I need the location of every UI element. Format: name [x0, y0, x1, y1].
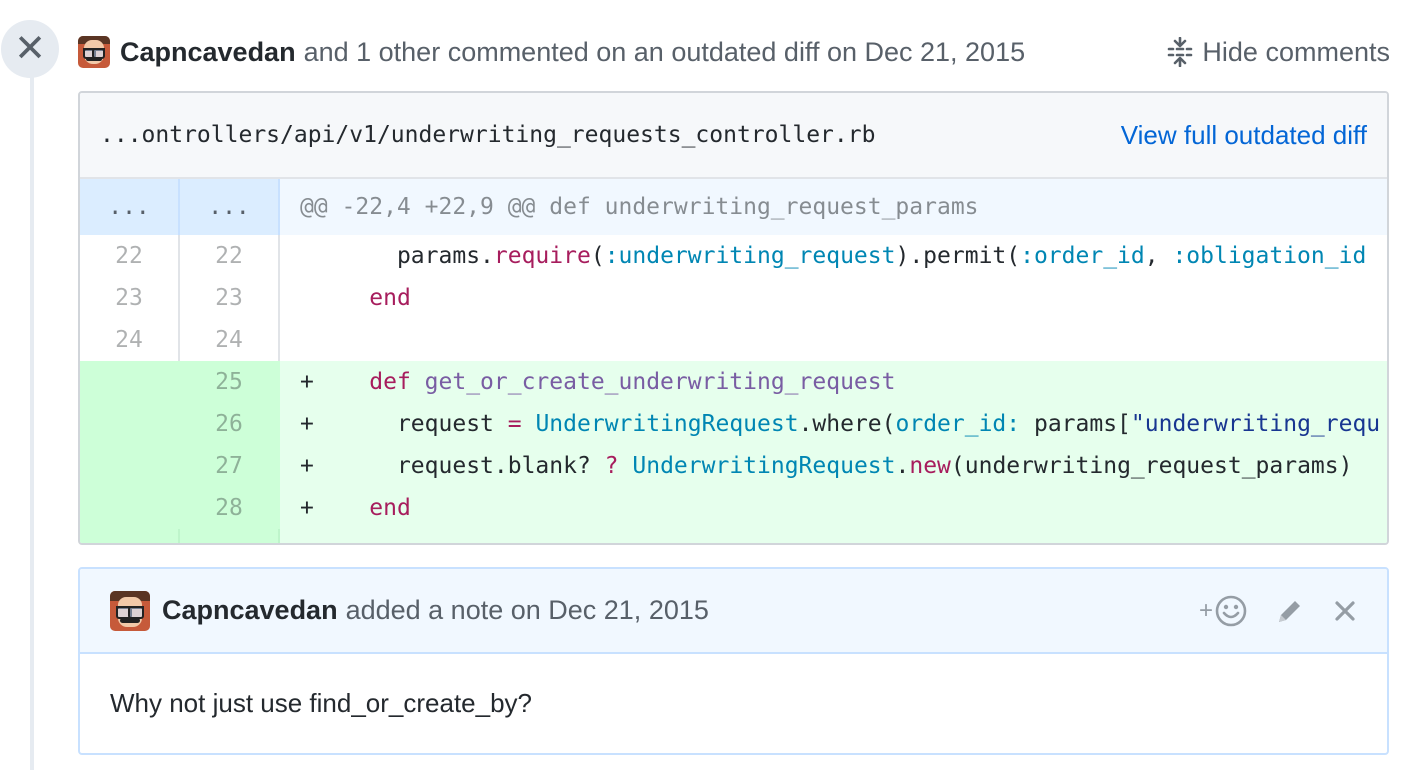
- old-line-number[interactable]: 22: [80, 235, 180, 277]
- hunk-expand-old[interactable]: ...: [80, 179, 180, 235]
- new-line-number[interactable]: 24: [180, 319, 280, 361]
- new-line-number[interactable]: 23: [180, 277, 280, 319]
- view-full-diff-link[interactable]: View full outdated diff: [1121, 120, 1367, 151]
- gutter-filler: [80, 529, 180, 543]
- new-line-number[interactable]: 27: [180, 445, 280, 487]
- timeline-line: [30, 70, 34, 770]
- hide-comments-button[interactable]: Hide comments: [1166, 37, 1390, 68]
- review-comment: Capncavedan added a note on Dec 21, 2015…: [78, 567, 1389, 755]
- diff-filler: [80, 529, 1387, 543]
- discussion-header: Capncavedan and 1 other commented on an …: [78, 30, 1390, 74]
- gutter-filler: [180, 529, 280, 543]
- comment-actions: +: [1199, 595, 1357, 627]
- hunk-expand-new[interactable]: ...: [180, 179, 280, 235]
- diff-line: 24 24: [80, 319, 1387, 361]
- old-line-number: [80, 445, 180, 487]
- code-line: + request.blank? ? UnderwritingRequest. n…: [280, 445, 1387, 487]
- diff-file: ...ontrollers/api/v1/underwriting_reques…: [78, 91, 1389, 545]
- code-line: end: [369, 285, 411, 311]
- avatar[interactable]: [110, 590, 150, 631]
- smiley-icon: [1215, 595, 1247, 626]
- close-icon[interactable]: ✕: [1, 20, 59, 78]
- code-line: + def get_or_create_underwriting_request: [280, 361, 1387, 403]
- author-link[interactable]: Capncavedan: [120, 37, 296, 68]
- old-line-number: [80, 487, 180, 529]
- old-line-number: [80, 361, 180, 403]
- diff-line: 22 22 params. require(:underwriting_reque…: [80, 235, 1387, 277]
- new-line-number[interactable]: 22: [180, 235, 280, 277]
- avatar[interactable]: [78, 36, 110, 68]
- code-filler: [280, 529, 1387, 543]
- diff-line-addition: 25 + def get_or_create_underwriting_requ…: [80, 361, 1387, 403]
- diff-line-addition: 28 + end: [80, 487, 1387, 529]
- comment-header: Capncavedan added a note on Dec 21, 2015…: [80, 569, 1387, 654]
- outdated-diff-discussion: ✕ Capncavedan and 1 other commented on a…: [0, 0, 1420, 770]
- hide-comments-label: Hide comments: [1202, 36, 1390, 67]
- new-line-number[interactable]: 28: [180, 487, 280, 529]
- discussion-summary: and 1 other commented on an outdated dif…: [303, 36, 1026, 67]
- diff-table: ... ... @@ -22,4 +22,9 @@ def underwriti…: [80, 179, 1387, 543]
- edit-icon[interactable]: [1275, 596, 1305, 626]
- comment-body: Why not just use find_or_create_by?: [110, 688, 533, 718]
- code-line: + request = UnderwritingRequest .where(or…: [280, 403, 1387, 445]
- new-line-number[interactable]: 25: [180, 361, 280, 403]
- add-reaction-button[interactable]: +: [1199, 595, 1247, 627]
- file-path: ...ontrollers/api/v1/underwriting_reques…: [100, 122, 876, 148]
- comment-meta: added a note on Dec 21, 2015: [345, 595, 709, 625]
- hunk-text: @@ -22,4 +22,9 @@ def underwriting_reque…: [300, 194, 979, 220]
- plus-label: +: [1198, 596, 1213, 624]
- delete-icon[interactable]: [1333, 599, 1357, 623]
- hunk-header: ... ... @@ -22,4 +22,9 @@ def underwriti…: [80, 179, 1387, 235]
- code-line: + end: [280, 487, 1387, 529]
- diff-line: 23 23 end: [80, 277, 1387, 319]
- old-line-number[interactable]: 24: [80, 319, 180, 361]
- file-header: ...ontrollers/api/v1/underwriting_reques…: [80, 93, 1387, 179]
- diff-line-addition: 26 + request = UnderwritingRequest .where…: [80, 403, 1387, 445]
- diff-line-addition: 27 + request.blank? ? UnderwritingReques…: [80, 445, 1387, 487]
- comment-author-link[interactable]: Capncavedan: [162, 595, 338, 626]
- old-line-number: [80, 403, 180, 445]
- old-line-number[interactable]: 23: [80, 277, 180, 319]
- fold-icon: [1166, 37, 1194, 67]
- code-line: params. require(:underwriting_request).pe…: [396, 243, 1367, 269]
- new-line-number[interactable]: 26: [180, 403, 280, 445]
